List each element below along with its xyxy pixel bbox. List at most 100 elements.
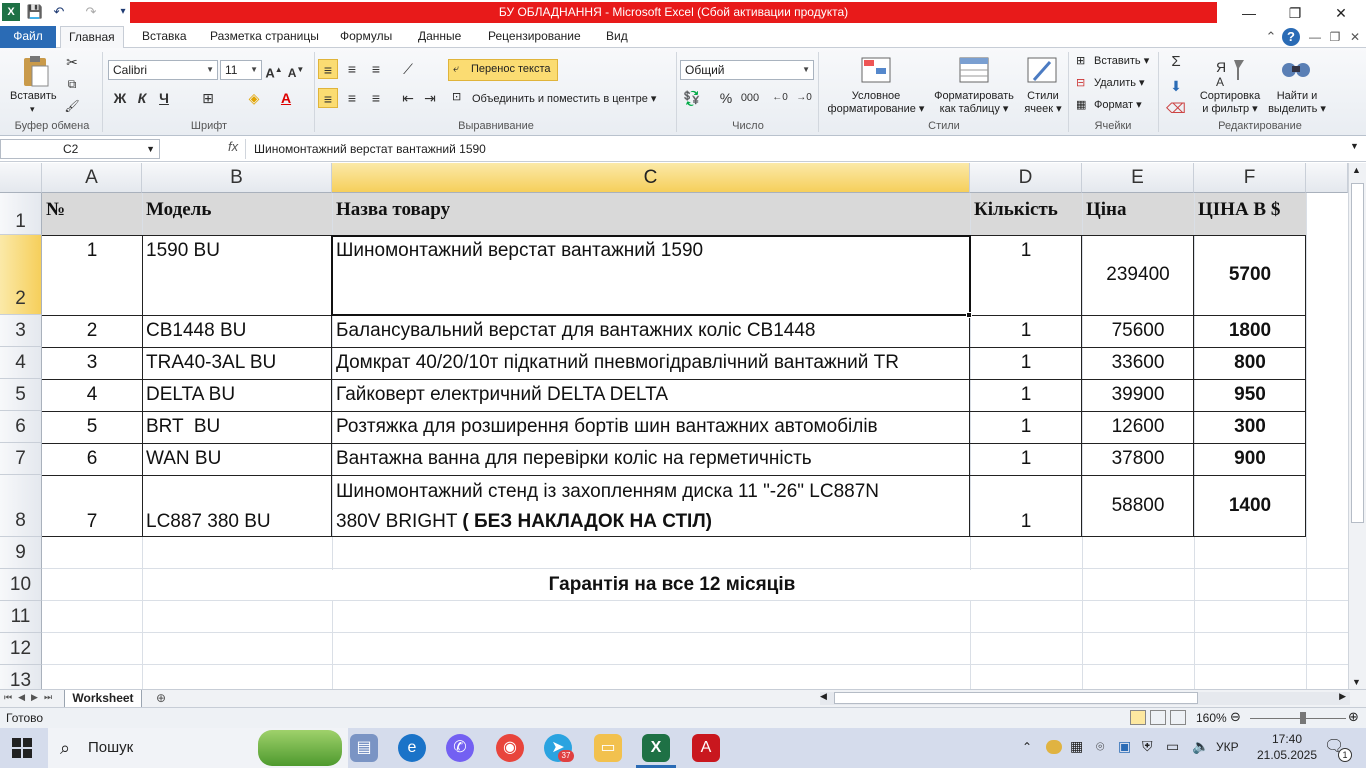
column-header-a[interactable]: A <box>42 163 142 193</box>
zoom-slider-track[interactable] <box>1250 718 1346 719</box>
row-header-1[interactable]: 1 <box>0 193 42 235</box>
normal-view-icon[interactable] <box>1130 710 1146 725</box>
align-center-icon[interactable]: ≡ <box>342 88 362 108</box>
cell-e3[interactable]: 75600 <box>1082 315 1194 347</box>
cell-d2[interactable]: 1 <box>970 239 1082 263</box>
format-painter-icon[interactable]: 🖌 <box>62 96 82 116</box>
cell-a6[interactable]: 5 <box>42 411 142 443</box>
tab-home[interactable]: Главная <box>60 26 124 49</box>
row-header-4[interactable]: 4 <box>0 347 42 379</box>
cell-a4[interactable]: 3 <box>42 347 142 379</box>
row-header-6[interactable]: 6 <box>0 411 42 443</box>
row-header-10[interactable]: 10 <box>0 569 42 601</box>
viber-icon[interactable]: ✆ <box>446 734 474 762</box>
cell-d3[interactable]: 1 <box>970 315 1082 347</box>
find-select-icon[interactable] <box>1278 54 1314 88</box>
increase-decimal-icon[interactable]: ←0 <box>770 88 790 108</box>
name-box[interactable]: C2 ▼ <box>0 139 160 159</box>
cell-a3[interactable]: 2 <box>42 315 142 347</box>
cell-c7[interactable]: Вантажна ванна для перевірки коліс на ге… <box>332 443 970 475</box>
orientation-icon[interactable]: ⟋ <box>398 59 418 79</box>
vertical-scroll-thumb[interactable] <box>1351 183 1364 523</box>
select-all-corner[interactable] <box>0 163 42 193</box>
scroll-down-icon[interactable]: ▼ <box>1352 677 1361 687</box>
row-header-2[interactable]: 2 <box>0 235 42 315</box>
cell-f5[interactable]: 950 <box>1194 379 1306 411</box>
restore-button[interactable]: ❐ <box>1272 0 1318 26</box>
cell-c2[interactable]: Шиномонтажний верстат вантажний 1590 <box>332 239 970 263</box>
row-header-9[interactable]: 9 <box>0 537 42 569</box>
cell-b2[interactable]: 1590 BU <box>142 239 332 263</box>
cell-b3[interactable]: CB1448 BU <box>142 315 332 347</box>
column-header-e[interactable]: E <box>1082 163 1194 193</box>
borders-icon[interactable]: ⊞ <box>198 88 218 108</box>
row-header-13[interactable]: 13 <box>0 665 42 689</box>
currency-icon[interactable]: 💱 <box>682 88 702 108</box>
format-as-table-icon[interactable] <box>956 54 992 88</box>
row-header-11[interactable]: 11 <box>0 601 42 633</box>
scroll-up-icon[interactable]: ▲ <box>1352 165 1361 175</box>
cell-d5[interactable]: 1 <box>970 379 1082 411</box>
cell-f2[interactable]: 5700 <box>1194 235 1306 315</box>
doc-close-icon[interactable]: ✕ <box>1346 28 1364 46</box>
cell-e6[interactable]: 12600 <box>1082 411 1194 443</box>
close-button[interactable]: ✕ <box>1318 0 1364 26</box>
cut-icon[interactable]: ✂ <box>62 52 82 72</box>
copy-icon[interactable]: ⧉ <box>62 74 82 94</box>
doc-minimize-icon[interactable]: — <box>1306 28 1324 46</box>
clock-time[interactable]: 17:40 <box>1262 732 1312 746</box>
warranty-text[interactable]: Гарантія на все 12 місяців <box>332 569 1012 601</box>
horizontal-scrollbar[interactable]: ◀ ▶ <box>820 691 1350 705</box>
cell-e7[interactable]: 37800 <box>1082 443 1194 475</box>
tab-page-layout[interactable]: Разметка страницы <box>202 26 327 48</box>
tray-security-icon[interactable]: ⛨ <box>1142 738 1153 755</box>
cell-c8[interactable]: Шиномонтажний стенд із захопленням диска… <box>332 477 970 537</box>
number-format-combo[interactable]: Общий ▼ <box>680 60 814 80</box>
tab-view[interactable]: Вид <box>598 26 636 48</box>
row-header-5[interactable]: 5 <box>0 379 42 411</box>
header-qty[interactable]: Кількість <box>970 197 1082 223</box>
expand-formula-icon[interactable]: ▼ <box>1350 141 1359 151</box>
fill-icon[interactable]: ⬇ <box>1166 76 1186 96</box>
header-name[interactable]: Назва товару <box>332 197 970 223</box>
tray-app-icon[interactable] <box>1046 740 1062 754</box>
tray-monitor-icon[interactable]: ▭ <box>1166 738 1179 755</box>
fill-color-icon[interactable]: ◈ <box>244 88 264 108</box>
undo-icon[interactable]: ↶ <box>50 3 68 21</box>
conditional-formatting-button[interactable]: Условное форматирование ▾ <box>826 90 926 116</box>
header-model[interactable]: Модель <box>142 197 332 223</box>
tab-review[interactable]: Рецензирование <box>480 26 589 48</box>
tab-file[interactable]: Файл <box>0 26 56 48</box>
new-sheet-icon[interactable]: ⊕ <box>156 691 166 705</box>
show-hidden-icons[interactable]: ⌃ <box>1022 740 1032 754</box>
column-header-b[interactable]: B <box>142 163 332 193</box>
grow-font-icon[interactable]: A▲ <box>264 60 284 80</box>
horizontal-scroll-thumb[interactable] <box>834 692 1198 704</box>
cell-c4[interactable]: Домкрат 40/20/10т підкатний пневмогідрав… <box>332 347 970 379</box>
cell-f3[interactable]: 1800 <box>1194 315 1306 347</box>
network-app-icon[interactable]: ▤ <box>350 734 378 762</box>
header-num[interactable]: № <box>42 197 142 223</box>
zoom-slider-thumb[interactable] <box>1300 712 1306 724</box>
chrome-icon[interactable]: ◉ <box>496 734 524 762</box>
tray-device-icon[interactable]: ▦ <box>1070 738 1083 755</box>
zoom-out-icon[interactable]: ⊖ <box>1230 709 1241 725</box>
cell-e4[interactable]: 33600 <box>1082 347 1194 379</box>
cell-e5[interactable]: 39900 <box>1082 379 1194 411</box>
align-left-icon[interactable]: ≡ <box>318 88 338 108</box>
acrobat-icon[interactable]: A <box>692 734 720 762</box>
cell-b6[interactable]: BRT BU <box>142 411 332 443</box>
fx-icon[interactable]: fx <box>228 139 238 154</box>
thousands-button[interactable]: 000 <box>740 88 760 108</box>
help-icon[interactable]: ? <box>1282 28 1300 46</box>
cell-styles-icon[interactable] <box>1024 54 1060 88</box>
windows-start-icon[interactable] <box>12 738 32 758</box>
vertical-scrollbar[interactable]: ▲ ▼ <box>1348 163 1366 689</box>
decrease-indent-icon[interactable]: ⇤ <box>398 88 418 108</box>
wrap-text-button[interactable]: ⤶ Перенос текста <box>448 59 558 81</box>
align-right-icon[interactable]: ≡ <box>366 88 386 108</box>
scroll-left-icon[interactable]: ◀ <box>820 691 827 702</box>
sort-filter-button[interactable]: Сортировка и фильтр ▾ <box>1196 90 1264 116</box>
column-header-c[interactable]: C <box>332 163 970 193</box>
cell-b4[interactable]: TRA40-3AL BU <box>142 347 332 379</box>
